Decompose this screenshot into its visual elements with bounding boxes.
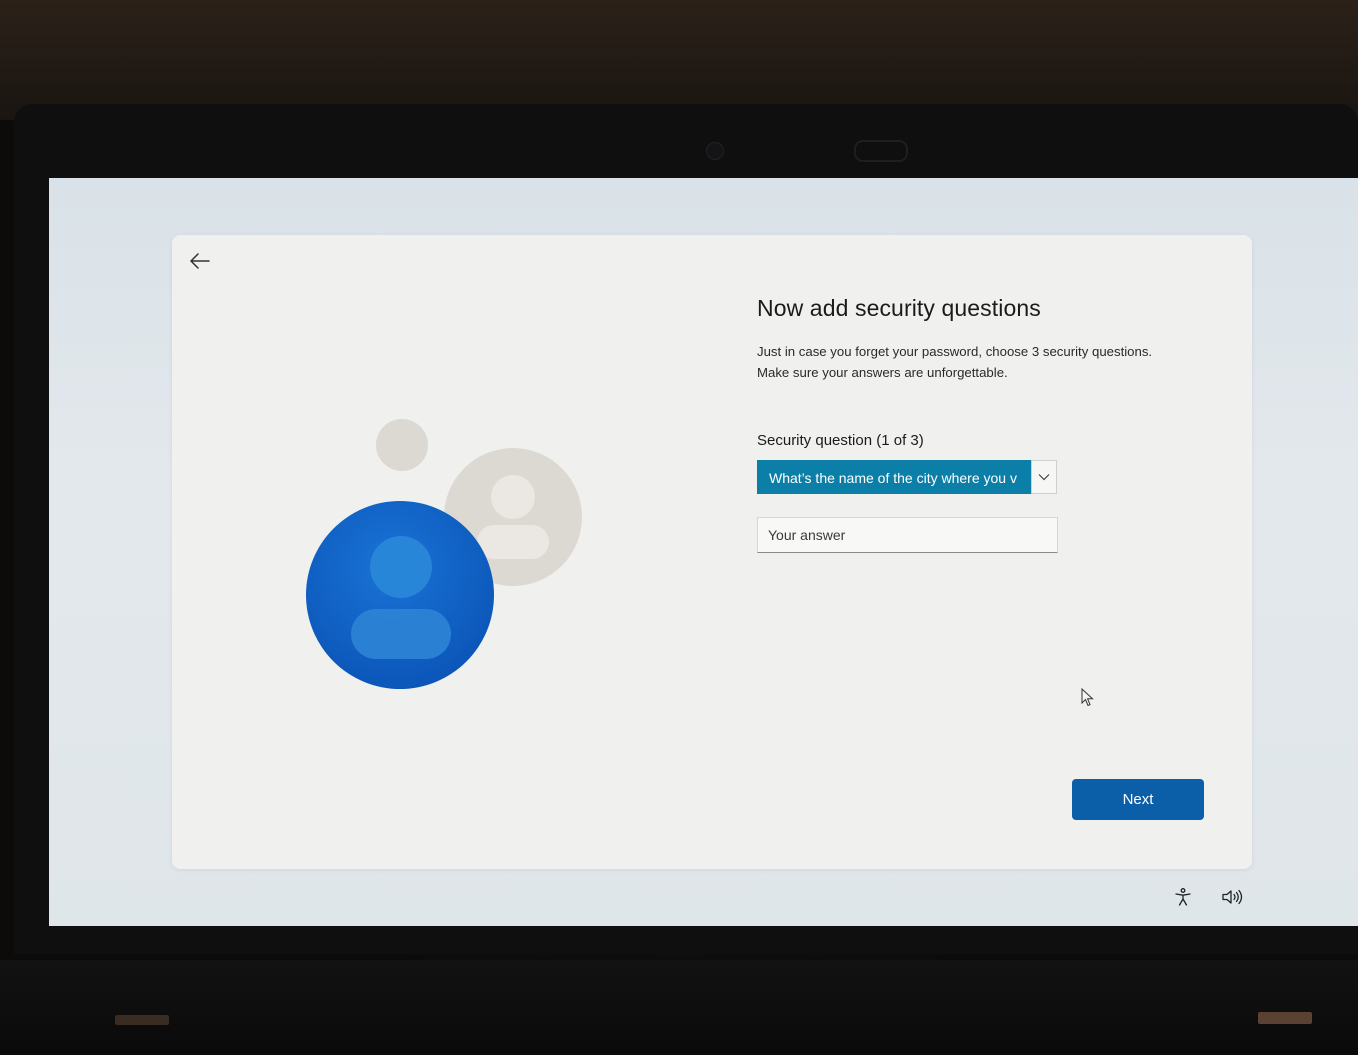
chevron-down-icon	[1038, 474, 1050, 481]
primary-avatar	[306, 501, 494, 689]
photo-background: Now add security questions Just in case …	[0, 0, 1358, 1055]
security-question-label: Security question (1 of 3)	[757, 432, 924, 449]
webcam-sensor	[854, 140, 908, 162]
description-line: Make sure your answers are unforgettable…	[757, 365, 1008, 380]
accessibility-icon	[1175, 888, 1191, 906]
security-question-value[interactable]: What’s the name of the city where you v	[757, 460, 1031, 494]
page-description: Just in case you forget your password, c…	[757, 341, 1217, 383]
mouse-pointer-icon	[1081, 688, 1094, 707]
laptop-base	[0, 960, 1358, 1055]
oobe-screen: Now add security questions Just in case …	[49, 178, 1358, 926]
accounts-illustration	[306, 419, 582, 689]
volume-icon	[1222, 889, 1243, 905]
arrow-left-icon	[190, 253, 210, 269]
volume-button[interactable]	[1220, 886, 1246, 908]
dropdown-toggle[interactable]	[1031, 460, 1057, 494]
next-button[interactable]: Next	[1072, 779, 1204, 820]
laptop-foot-left	[115, 1015, 169, 1025]
back-button[interactable]	[184, 247, 216, 275]
secondary-avatar	[444, 448, 582, 586]
page-title: Now add security questions	[757, 295, 1041, 321]
security-question-select[interactable]: What’s the name of the city where you v	[757, 460, 1058, 496]
laptop-foot-right	[1258, 1012, 1312, 1024]
accessibility-button[interactable]	[1172, 886, 1194, 908]
webcam-icon	[706, 142, 724, 160]
background-wall	[0, 0, 1358, 120]
description-line: Just in case you forget your password, c…	[757, 344, 1153, 359]
setup-card: Now add security questions Just in case …	[172, 235, 1252, 869]
small-avatar-dot	[376, 419, 428, 471]
answer-input[interactable]	[757, 517, 1058, 553]
